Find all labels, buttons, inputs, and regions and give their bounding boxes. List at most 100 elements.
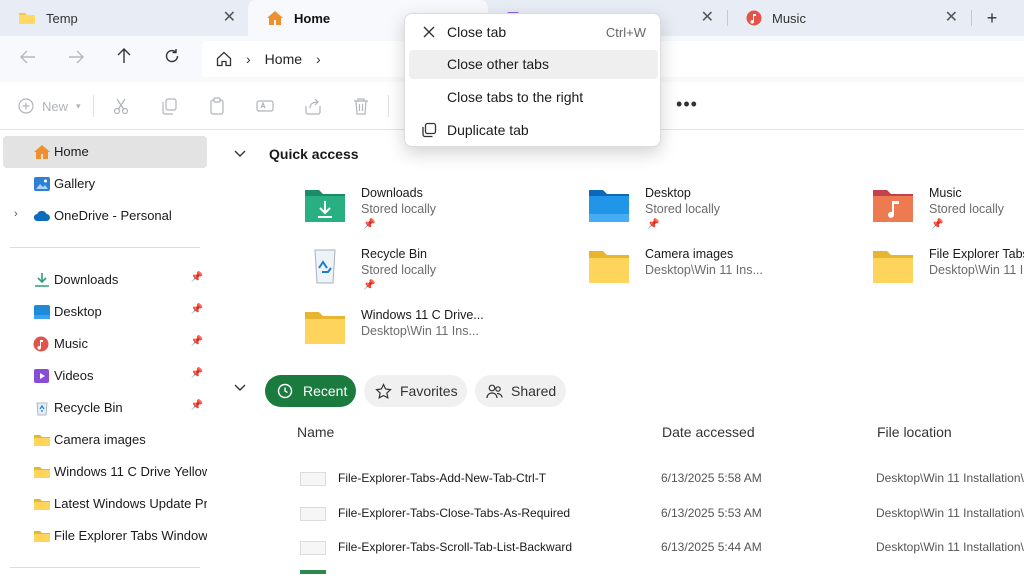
close-tab-menu-item[interactable]: Close tab Ctrl+W [409, 18, 658, 47]
close-tab-icon[interactable]: ✕ [701, 9, 714, 27]
sidebar-item-label: Downloads [54, 272, 207, 287]
sidebar-item-folder[interactable]: Latest Windows Update Prob [3, 488, 207, 520]
rename-button[interactable] [256, 94, 274, 118]
tab-label: Home [294, 11, 330, 26]
close-tabs-to-right-menu-item[interactable]: Close tabs to the right [409, 83, 658, 112]
chevron-right-icon[interactable]: › [316, 51, 321, 67]
sidebar-item-camera-images[interactable]: Camera images [3, 424, 207, 456]
close-icon [421, 24, 437, 40]
back-button[interactable] [14, 46, 42, 72]
folder-icon [303, 308, 347, 346]
chevron-right-icon[interactable]: › [246, 51, 251, 67]
pin-icon: 📌 [647, 219, 659, 230]
quick-access-item-camera-images[interactable]: Camera images Desktop\Win 11 Ins... [587, 247, 867, 303]
pin-icon: 📌 [191, 304, 203, 315]
recent-filter-pill[interactable]: Recent [265, 375, 356, 407]
duplicate-tab-menu-item[interactable]: Duplicate tab [409, 116, 658, 145]
trash-icon [352, 97, 370, 115]
sidebar-item-label: Home [54, 144, 207, 159]
download-icon [33, 272, 51, 288]
quick-access-item-windows-11-c-drive[interactable]: Windows 11 C Drive... Desktop\Win 11 Ins… [303, 308, 583, 364]
quick-access-item-downloads[interactable]: Downloads Stored locally 📌 [303, 186, 583, 242]
desktop-folder-icon [587, 186, 631, 224]
sidebar-item-home[interactable]: Home [3, 136, 207, 168]
share-icon [304, 97, 322, 115]
sidebar-item-folder[interactable]: File Explorer Tabs Windows [3, 520, 207, 552]
sidebar-item-label: Latest Windows Update Prob [54, 496, 207, 511]
star-icon [375, 383, 392, 400]
share-button[interactable] [304, 94, 322, 118]
sidebar-item-videos[interactable]: Videos 📌 [3, 360, 207, 392]
arrow-up-icon [117, 48, 131, 64]
refresh-button[interactable] [158, 46, 186, 72]
new-button[interactable]: New ▾ [18, 94, 81, 118]
table-row[interactable]: File-Explorer-Tabs-Close-Tabs-As-Require… [300, 499, 1024, 529]
main-content: Quick access Downloads Stored locally 📌 … [210, 130, 1024, 576]
image-file-icon [300, 472, 326, 486]
sidebar-item-folder[interactable]: Windows 11 C Drive Yellow T [3, 456, 207, 488]
tab-context-menu: Close tab Ctrl+W Close other tabs Close … [404, 13, 661, 147]
copy-button[interactable] [160, 94, 178, 118]
shared-filter-pill[interactable]: Shared [475, 375, 566, 407]
duplicate-icon [421, 122, 437, 138]
quick-access-item-desktop[interactable]: Desktop Stored locally 📌 [587, 186, 867, 242]
sidebar-item-desktop[interactable]: Desktop 📌 [3, 296, 207, 328]
close-tab-icon[interactable]: ✕ [945, 9, 958, 27]
delete-button[interactable] [352, 94, 370, 118]
sidebar-item-music[interactable]: Music 📌 [3, 328, 207, 360]
cut-icon [112, 97, 130, 115]
favorites-filter-pill[interactable]: Favorites [364, 375, 467, 407]
new-label: New [42, 99, 68, 114]
paste-icon [208, 97, 226, 115]
paste-button[interactable] [208, 94, 226, 118]
folder-icon [18, 11, 36, 25]
table-row[interactable]: File-Explorer-Tabs-Scroll-Tab-List-Backw… [300, 533, 1024, 563]
chevron-down-icon[interactable] [234, 147, 254, 161]
quick-access-item-file-explorer-tabs[interactable]: File Explorer Tabs Desktop\Win 11 In [871, 247, 1024, 303]
pin-icon: 📌 [191, 368, 203, 379]
column-header-file-location[interactable]: File location [877, 424, 952, 440]
home-icon [216, 51, 232, 67]
sidebar-item-label: Music [54, 336, 207, 351]
chevron-right-icon[interactable]: › [14, 208, 18, 220]
folder-icon [33, 496, 51, 512]
chevron-down-icon[interactable] [234, 381, 254, 395]
arrow-left-icon [20, 50, 36, 64]
tab-music[interactable]: Music ✕ [728, 0, 970, 36]
clock-icon [277, 383, 293, 399]
refresh-icon [164, 48, 180, 64]
recent-section-toggle[interactable] [234, 381, 254, 395]
quick-access-item-music[interactable]: Music Stored locally 📌 [871, 186, 1024, 242]
sidebar-item-recycle-bin[interactable]: Recycle Bin 📌 [3, 392, 207, 424]
sidebar-item-gallery[interactable]: Gallery [3, 168, 207, 200]
tab-label: Music [772, 11, 806, 26]
cut-button[interactable] [112, 94, 130, 118]
breadcrumb-home[interactable]: Home [265, 51, 302, 67]
sidebar-item-label: Gallery [54, 176, 207, 191]
navigation-pane: Home Gallery › OneDrive - Personal Downl… [0, 130, 210, 576]
sidebar-item-downloads[interactable]: Downloads 📌 [3, 264, 207, 296]
arrow-right-icon [68, 50, 84, 64]
folder-icon [33, 528, 51, 544]
pin-icon: 📌 [191, 336, 203, 347]
up-button[interactable] [110, 46, 138, 72]
copy-icon [160, 97, 178, 115]
sidebar-item-label: Windows 11 C Drive Yellow T [54, 464, 207, 479]
new-tab-button[interactable]: + [978, 6, 1006, 30]
close-other-tabs-menu-item[interactable]: Close other tabs [409, 50, 658, 79]
close-tab-icon[interactable]: ✕ [223, 9, 236, 27]
quick-access-item-recycle-bin[interactable]: Recycle Bin Stored locally 📌 [303, 247, 583, 303]
sidebar-item-label: File Explorer Tabs Windows [54, 528, 207, 543]
recycle-bin-icon [33, 400, 51, 416]
quick-access-header[interactable]: Quick access [234, 146, 359, 162]
more-options-button[interactable]: ••• [674, 94, 700, 118]
tab-temp[interactable]: Temp ✕ [0, 0, 248, 36]
folder-icon [33, 464, 51, 480]
sidebar-item-onedrive[interactable]: › OneDrive - Personal [3, 200, 207, 232]
sidebar-item-label: OneDrive - Personal [54, 208, 207, 223]
column-header-date-accessed[interactable]: Date accessed [662, 424, 755, 440]
desktop-icon [33, 304, 51, 320]
table-row[interactable]: File-Explorer-Tabs-Add-New-Tab-Ctrl-T 6/… [300, 464, 1024, 494]
forward-button[interactable] [62, 46, 90, 72]
column-header-name[interactable]: Name [297, 424, 334, 440]
